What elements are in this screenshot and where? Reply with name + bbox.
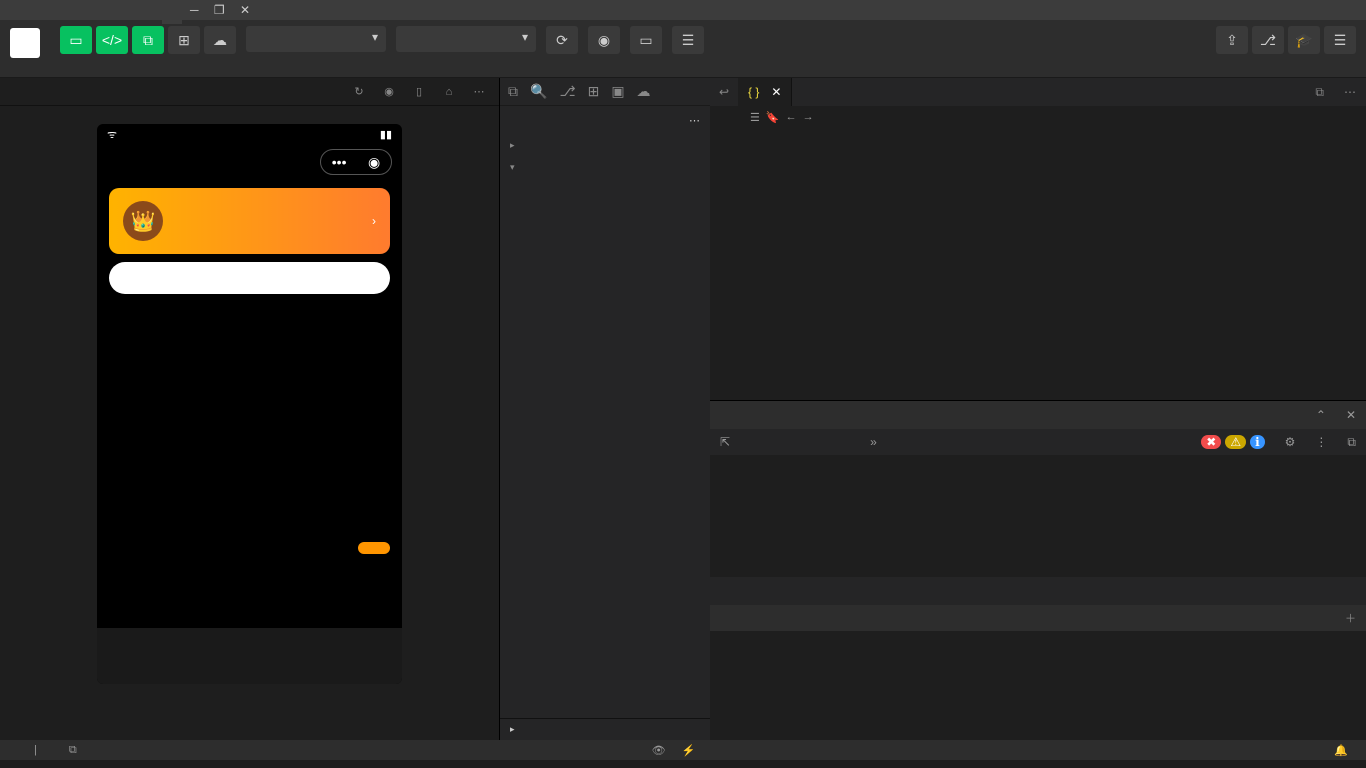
- detail-button[interactable]: ☰: [1324, 26, 1356, 54]
- search-icon[interactable]: 🔍: [530, 83, 547, 100]
- rotate-icon[interactable]: ▯: [409, 82, 429, 102]
- compile-button[interactable]: ⟳: [546, 26, 578, 54]
- debugger-panel: ⌃ ✕ ⇱ » ✖ ⚠ ℹ ⚙ ⋮ ⧉: [710, 400, 1366, 740]
- phone-preview: ᯤ ▮▮ •••◉ 👑 ›: [97, 124, 402, 684]
- copy-icon[interactable]: ⧉: [69, 744, 77, 757]
- version-button[interactable]: ⎇: [1252, 26, 1284, 54]
- share-popup[interactable]: [358, 542, 390, 554]
- refresh-icon[interactable]: ↻: [349, 82, 369, 102]
- outline-section[interactable]: ▸: [500, 718, 710, 740]
- add-rule[interactable]: ＋: [1345, 610, 1356, 626]
- record-icon[interactable]: ◉: [379, 82, 399, 102]
- tab-app-json[interactable]: { }✕: [738, 78, 792, 106]
- files-icon[interactable]: ⧉: [508, 83, 518, 100]
- statusbar: | ⧉ 👁 ⚡ 🔔: [0, 740, 1366, 760]
- remote-debug-button[interactable]: ▭: [630, 26, 662, 54]
- menubar: ─ ❐ ✕: [0, 0, 1366, 20]
- window-title: [162, 0, 182, 24]
- editor-toggle[interactable]: </>: [96, 26, 128, 54]
- visual-toggle[interactable]: ⊞: [168, 26, 200, 54]
- vdots-icon[interactable]: ⋮: [1315, 435, 1327, 449]
- notice-bar[interactable]: [109, 262, 390, 294]
- clear-cache-button[interactable]: ☰: [672, 26, 704, 54]
- branch-icon[interactable]: ⎇: [559, 83, 575, 100]
- chevron-right-icon: ›: [372, 214, 376, 228]
- debugger-toggle[interactable]: ⧉: [132, 26, 164, 54]
- upload-button[interactable]: ⇪: [1216, 26, 1248, 54]
- home-icon[interactable]: ⌂: [439, 82, 459, 102]
- explorer-panel: ⧉ 🔍 ⎇ ⊞ ▣ ☁ ⋯ ▸ ▾ ▸: [500, 78, 710, 740]
- eye-icon[interactable]: 👁: [652, 744, 666, 757]
- more-icon[interactable]: ⋯: [689, 114, 700, 127]
- filter-input[interactable]: [720, 610, 1325, 625]
- edu-button[interactable]: 🎓: [1288, 26, 1320, 54]
- breadcrumb[interactable]: ☰🔖←→: [710, 106, 1366, 128]
- inspect-icon[interactable]: ⇱: [720, 435, 730, 449]
- editor-tabs: ↩ { }✕ ⧉ ⋯: [710, 78, 1366, 106]
- project-section[interactable]: ▾: [500, 156, 710, 178]
- split-icon[interactable]: ⧉: [1305, 85, 1334, 100]
- avatar[interactable]: [10, 28, 40, 58]
- close-icon[interactable]: ✕: [1346, 408, 1356, 422]
- dock-icon[interactable]: ⧉: [1347, 435, 1356, 450]
- close-button[interactable]: ✕: [234, 3, 256, 17]
- more-tabs[interactable]: »: [870, 435, 877, 449]
- wxml-inspector[interactable]: [710, 455, 1366, 577]
- close-icon[interactable]: ✕: [771, 85, 781, 99]
- cloud-dev[interactable]: ☁: [204, 26, 236, 54]
- maximize-button[interactable]: ❐: [208, 3, 231, 17]
- crown-icon: 👑: [123, 201, 163, 241]
- collapse-icon[interactable]: ⌃: [1316, 408, 1326, 422]
- simulator-toggle[interactable]: ▭: [60, 26, 92, 54]
- preview-button[interactable]: ◉: [588, 26, 620, 54]
- capsule[interactable]: •••◉: [320, 149, 392, 175]
- simulator-panel: ↻ ◉ ▯ ⌂ ⋯ ᯤ ▮▮ •••◉ 👑 ›: [0, 78, 500, 740]
- open-editors-section[interactable]: ▸: [500, 134, 710, 156]
- toolbar: ▭ </> ⧉ ⊞ ☁ ⟳ ◉ ▭ ☰ ⇪ ⎇ 🎓 ☰: [0, 20, 1366, 78]
- mode-select[interactable]: [246, 26, 386, 52]
- minimize-button[interactable]: ─: [184, 3, 205, 17]
- compile-select[interactable]: [396, 26, 536, 52]
- history-icon[interactable]: ↩: [710, 85, 738, 99]
- box-icon[interactable]: ▣: [611, 83, 624, 100]
- plug-icon[interactable]: ⚡: [682, 744, 696, 757]
- bell-icon[interactable]: 🔔: [1334, 744, 1348, 757]
- more-icon[interactable]: ⋯: [469, 82, 489, 102]
- more-icon[interactable]: ⋯: [1334, 85, 1366, 99]
- layout-icon[interactable]: ⊞: [588, 83, 600, 100]
- banner[interactable]: 👑 ›: [109, 188, 390, 254]
- cloud-icon[interactable]: ☁: [637, 83, 651, 100]
- gear-icon[interactable]: ⚙: [1285, 435, 1296, 449]
